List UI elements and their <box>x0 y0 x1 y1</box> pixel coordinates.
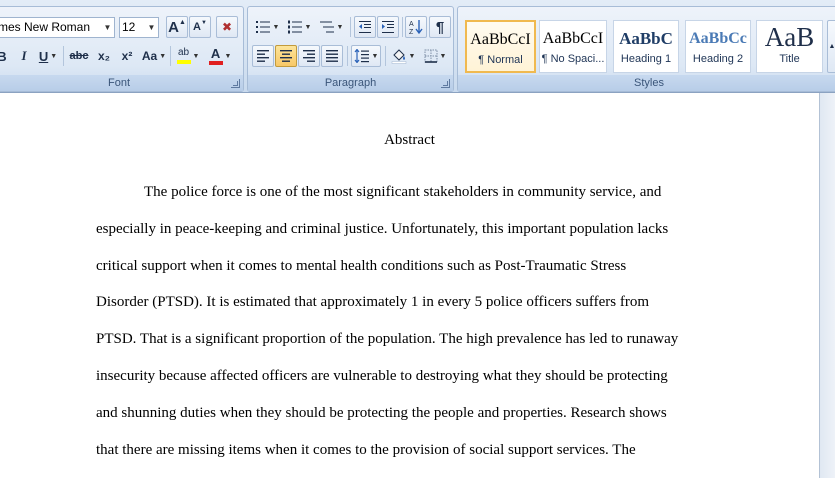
sort-button[interactable]: A Z <box>405 16 427 38</box>
style-name: Heading 2 <box>692 53 744 65</box>
body-line: insecurity because affected officers are… <box>96 368 668 384</box>
font-size-value: 12 <box>122 20 136 34</box>
body-line: especially in peace-keeping and criminal… <box>96 221 669 237</box>
paint-bucket-icon <box>391 49 406 64</box>
borders-icon <box>424 49 438 63</box>
multilevel-list-icon <box>319 21 334 33</box>
styles-group-label: Styles <box>458 75 835 91</box>
font-family-value: mes New Roman <box>0 20 91 34</box>
ribbon: mes New Roman ▼ 12 ▼ A ▲ A ▼ ✖ B I U ▼ abc <box>0 0 835 93</box>
numbering-button[interactable]: ▼ <box>284 16 314 38</box>
style-name: Title <box>779 53 800 65</box>
strikethrough-button[interactable]: abc <box>67 45 91 67</box>
style-heading-2[interactable]: AaBbCc Heading 2 <box>685 20 751 73</box>
line-spacing-icon <box>354 49 369 63</box>
style-sample: AaB <box>764 22 815 52</box>
body-line: Disorder (PTSD). It is estimated that ap… <box>96 294 650 310</box>
style-heading-1[interactable]: AaBbC Heading 1 <box>613 20 679 73</box>
style-sample: AaBbCc <box>689 30 747 47</box>
show-marks-button[interactable]: ¶ <box>429 16 451 38</box>
font-group: mes New Roman ▼ 12 ▼ A ▲ A ▼ ✖ B I U ▼ abc <box>0 6 244 92</box>
style-name: ¶ No Spaci... <box>541 53 605 65</box>
svg-text:Z: Z <box>409 29 414 35</box>
align-left-icon <box>257 50 269 62</box>
highlight-button[interactable]: ab ▼ <box>173 45 203 67</box>
bold-button[interactable]: B <box>0 45 11 67</box>
align-center-icon <box>280 50 292 62</box>
chevron-down-icon[interactable]: ▼ <box>145 18 158 37</box>
highlighter-icon: ab <box>177 47 190 58</box>
font-color-swatch <box>208 60 223 65</box>
svg-text:A: A <box>409 21 414 28</box>
align-left-button[interactable] <box>252 45 274 67</box>
font-color-icon: A <box>210 45 221 61</box>
align-right-button[interactable] <box>298 45 320 67</box>
style-no-spacing[interactable]: AaBbCcI ¶ No Spaci... <box>539 20 607 73</box>
style-sample: AaBbC <box>619 29 673 48</box>
italic-button[interactable]: I <box>15 45 33 67</box>
numbering-icon <box>287 20 302 34</box>
highlight-color-swatch <box>176 60 191 64</box>
body-line: critical support when it comes to mental… <box>96 258 627 274</box>
borders-button[interactable]: ▼ <box>420 45 450 67</box>
justify-button[interactable] <box>321 45 343 67</box>
chevron-down-icon[interactable]: ▼ <box>101 18 114 37</box>
grow-font-button[interactable]: A ▲ <box>166 16 188 38</box>
vertical-scrollbar[interactable] <box>819 93 835 478</box>
bullets-button[interactable]: ▼ <box>252 16 282 38</box>
underline-button[interactable]: U ▼ <box>37 45 59 67</box>
align-right-icon <box>303 50 315 62</box>
body-line: PTSD. That is a significant proportion o… <box>96 331 679 347</box>
decrease-indent-icon <box>359 21 371 33</box>
font-color-button[interactable]: A ▼ <box>206 45 234 67</box>
eraser-icon: ✖ <box>221 20 233 34</box>
bullets-icon <box>255 21 270 33</box>
increase-indent-button[interactable] <box>377 16 399 38</box>
sort-icon: A Z <box>409 20 423 35</box>
increase-indent-icon <box>382 21 394 33</box>
subscript-button[interactable]: x₂ <box>94 45 114 67</box>
body-line: The police force is one of the most sign… <box>144 184 662 200</box>
font-group-label: Font <box>0 75 243 91</box>
shading-button[interactable]: ▼ <box>388 45 418 67</box>
change-case-button[interactable]: Aa ▼ <box>141 45 167 67</box>
paragraph-group: ▼ ▼ ▼ A Z ¶ ▼ ▼ ▼ Paragraph <box>247 6 454 92</box>
font-size-combo[interactable]: 12 ▼ <box>119 17 159 38</box>
dialog-launcher-icon[interactable] <box>231 79 240 88</box>
justify-icon <box>326 50 338 62</box>
document-page[interactable]: Abstract The police force is one of the … <box>0 93 819 478</box>
style-sample: AaBbCcI <box>542 30 604 47</box>
style-normal[interactable]: AaBbCcI ¶ Normal <box>465 20 536 73</box>
paragraph-group-label: Paragraph <box>248 75 453 91</box>
body-line: that there are missing items when it com… <box>96 442 636 458</box>
multilevel-list-button[interactable]: ▼ <box>316 16 346 38</box>
body-line: and shunning duties when they should be … <box>96 405 667 421</box>
decrease-indent-button[interactable] <box>354 16 376 38</box>
font-family-combo[interactable]: mes New Roman ▼ <box>0 17 115 38</box>
style-name: ¶ Normal <box>478 54 523 66</box>
styles-group: AaBbCcI ¶ Normal AaBbCcI ¶ No Spaci... A… <box>457 6 835 92</box>
shrink-font-button[interactable]: A ▼ <box>189 16 211 38</box>
dialog-launcher-icon[interactable] <box>441 79 450 88</box>
style-sample: AaBbCcI <box>470 31 531 48</box>
styles-scroll-button[interactable]: ▲ <box>827 20 835 73</box>
superscript-button[interactable]: x² <box>117 45 137 67</box>
style-name: Heading 1 <box>620 53 672 65</box>
line-spacing-button[interactable]: ▼ <box>351 45 381 67</box>
document-area: Abstract The police force is one of the … <box>0 93 835 478</box>
style-title[interactable]: AaB Title <box>756 20 823 73</box>
clear-formatting-button[interactable]: ✖ <box>216 16 238 38</box>
align-center-button[interactable] <box>275 45 297 67</box>
document-title: Abstract <box>384 132 435 148</box>
pilcrow-icon: ¶ <box>435 18 445 36</box>
